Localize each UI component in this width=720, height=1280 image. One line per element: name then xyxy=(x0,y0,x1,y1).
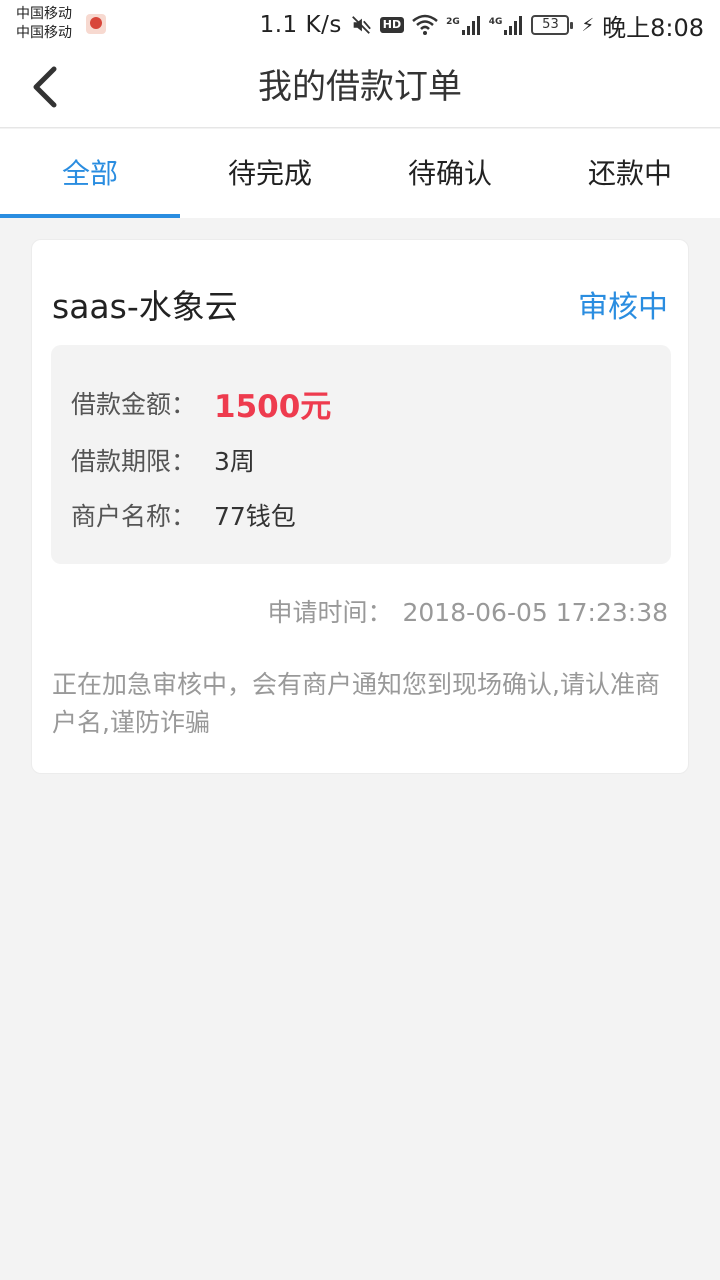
signal-sim1-type: 2G xyxy=(446,17,460,27)
merchant-name-label: 商户名称： xyxy=(71,502,197,531)
battery-icon: 53 xyxy=(531,15,574,35)
mute-icon xyxy=(350,14,372,36)
chevron-left-icon xyxy=(33,66,57,108)
hd-voice-badge: HD xyxy=(379,17,405,33)
order-card[interactable]: saas-水象云 审核中 借款金额： 1500元 借款期限： 3周 商户名称： … xyxy=(31,239,689,774)
tab-repaying[interactable]: 还款中 xyxy=(540,129,720,218)
tab-all[interactable]: 全部 xyxy=(0,129,180,218)
order-status-tabs: 全部 待完成 待确认 还款中 xyxy=(0,129,720,218)
signal-sim1: 2G xyxy=(446,14,481,36)
merchant-name-value: 77钱包 xyxy=(214,502,296,531)
carrier-name-2: 中国移动 xyxy=(16,25,72,41)
merchant-name-row: 商户名称： 77钱包 xyxy=(71,495,296,535)
apply-time-label: 申请时间： xyxy=(267,598,393,627)
back-button[interactable] xyxy=(20,62,70,112)
review-notice: 正在加急审核中，会有商户通知您到现场确认,请认准商户名,谨防诈骗 xyxy=(52,670,660,737)
order-status-badge: 审核中 xyxy=(578,290,668,325)
loan-term-value: 3周 xyxy=(214,447,255,476)
order-details: 借款金额： 1500元 借款期限： 3周 商户名称： 77钱包 xyxy=(51,345,671,564)
signal-bars-icon xyxy=(461,16,480,35)
signal-bars-icon xyxy=(504,16,523,35)
loan-term-row: 借款期限： 3周 xyxy=(71,440,255,480)
signal-sim2: 4G xyxy=(489,14,524,36)
loan-term-label: 借款期限： xyxy=(71,447,197,476)
status-indicators: 1.1 K/s HD 2G 4G 53 ⚡ 晚上8:08 xyxy=(260,0,704,50)
notification-app-icon xyxy=(86,14,106,34)
apply-time: 申请时间： 2018-06-05 17:23:38 xyxy=(267,593,668,629)
nav-bar: 我的借款订单 xyxy=(0,50,720,128)
loan-amount-row: 借款金额： 1500元 xyxy=(71,383,332,425)
loan-amount-label: 借款金额： xyxy=(71,390,197,419)
signal-sim2-type: 4G xyxy=(488,17,503,27)
apply-time-value: 2018-06-05 17:23:38 xyxy=(402,598,668,627)
tab-to-confirm[interactable]: 待确认 xyxy=(360,129,540,218)
order-merchant-title: saas-水象云 xyxy=(52,287,238,326)
network-speed: 1.1 K/s xyxy=(259,12,342,38)
page-title: 我的借款订单 xyxy=(258,67,462,107)
carrier-info: 中国移动 中国移动 xyxy=(16,5,72,43)
tab-pending[interactable]: 待完成 xyxy=(180,129,360,218)
charging-icon: ⚡ xyxy=(581,14,595,36)
status-bar: 中国移动 中国移动 1.1 K/s HD 2G 4G 53 ⚡ 晚上8:08 xyxy=(0,0,720,50)
clock: 晚上8:08 xyxy=(602,13,704,42)
carrier-name-1: 中国移动 xyxy=(16,6,72,22)
loan-amount-value: 1500元 xyxy=(214,388,332,425)
wifi-icon xyxy=(412,14,438,36)
